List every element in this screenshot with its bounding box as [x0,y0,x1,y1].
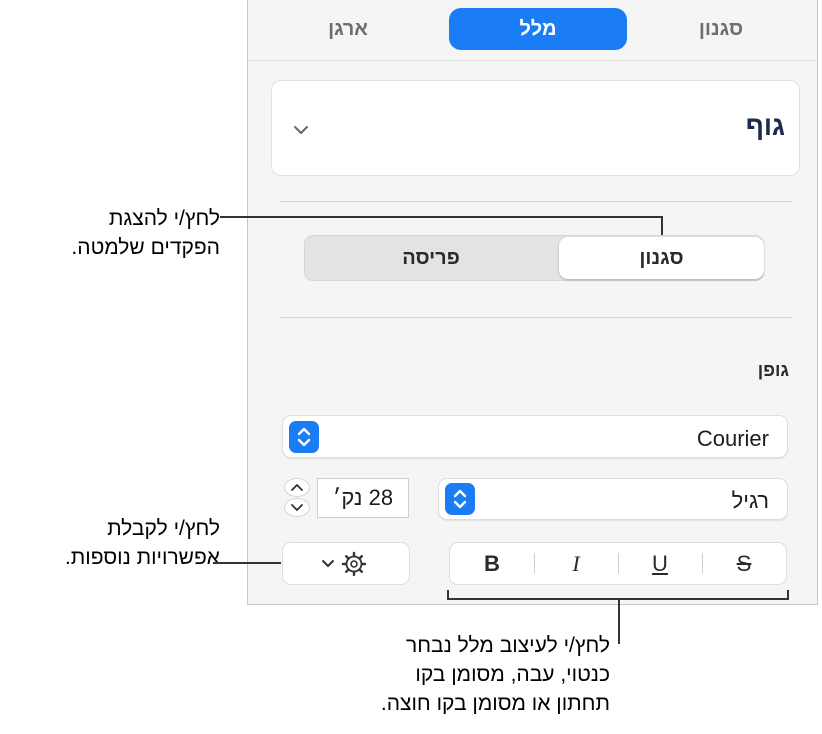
callout-text: אפשרויות נוספות. [64,546,220,569]
paragraph-style-name: גוף [745,111,785,141]
callout-line [618,598,620,644]
popup-arrows-icon [289,421,319,453]
divider [280,317,792,318]
tab-arrange[interactable]: ארגן [278,8,418,50]
advanced-options-button[interactable] [282,542,410,585]
callout-text: לחץ/י לעיצוב מלל נבחר [405,634,610,657]
callout-text: תחתון או מסומן בקו חוצה. [380,692,610,715]
format-inspector-panel: סגנון מלל ארגן גוף סגנון פריסה גופן Cour… [247,0,818,605]
tab-text[interactable]: מלל [449,8,627,50]
callout-text: הפקדים שלמטה. [71,236,220,259]
size-decrease-button[interactable] [284,498,310,517]
inspector-tab-bar: סגנון מלל ארגן [248,0,817,61]
typeface-popup[interactable]: רגיל [438,478,788,520]
callout-line [661,216,663,235]
callout-line [213,562,281,564]
callout-line [787,590,789,600]
segment-style[interactable]: סגנון [559,237,764,279]
size-increase-button[interactable] [284,478,310,497]
chevron-down-icon [322,560,334,567]
chevron-down-icon [294,126,308,134]
underline-button[interactable]: U [618,543,702,584]
typeface-value: רגיל [731,488,769,513]
text-format-buttons: B I U S [449,542,787,585]
tab-style[interactable]: סגנון [651,8,791,50]
font-size-field[interactable]: 28 נק׳ [317,478,409,518]
font-family-value: Courier [696,426,769,451]
callout-format-text: לחץ/י לעיצוב מלל נבחר כנטוי, עבה, מסומן … [300,631,610,718]
callout-text: כנטוי, עבה, מסומן בקו [415,663,610,686]
divider [280,201,792,202]
italic-button[interactable]: I [534,543,618,584]
popup-arrows-icon [445,483,475,515]
style-layout-segmented-control: סגנון פריסה [304,235,764,281]
callout-text: לחץ/י להצגת [108,207,220,230]
font-size-stepper [284,478,312,518]
font-family-popup[interactable]: Courier [282,415,788,458]
callout-line [220,216,663,218]
callout-text: לחץ/י לקבלת [107,517,220,540]
bold-button[interactable]: B [450,543,534,584]
callout-more-options: לחץ/י לקבלת אפשרויות נוספות. [20,514,220,572]
paragraph-style-popup[interactable]: גוף [271,80,800,176]
segment-layout[interactable]: פריסה [305,236,557,280]
font-section-label: גופן [757,360,789,380]
strikethrough-button[interactable]: S [702,543,786,584]
callout-style-controls: לחץ/י להצגת הפקדים שלמטה. [20,204,220,262]
gear-icon [341,551,367,577]
